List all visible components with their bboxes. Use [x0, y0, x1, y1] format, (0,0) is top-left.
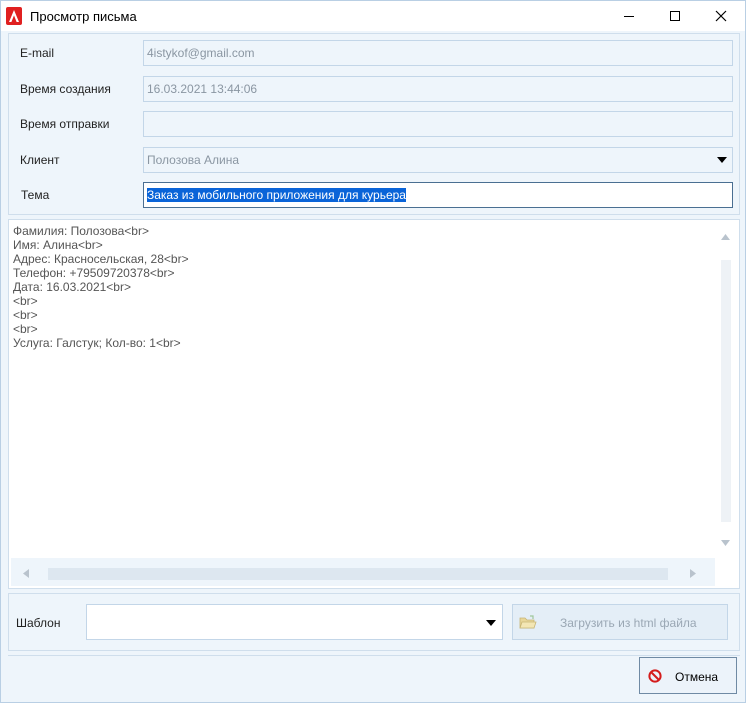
message-body-text[interactable]: Фамилия: Полозова<br> Имя: Алина<br> Адр…	[13, 224, 703, 554]
scroll-right-icon[interactable]	[690, 569, 696, 578]
email-field[interactable]: 4istykof@gmail.com	[143, 40, 733, 66]
created-time-field[interactable]: 16.03.2021 13:44:06	[143, 76, 733, 102]
vertical-scrollbar[interactable]	[715, 222, 737, 558]
scroll-down-icon[interactable]	[721, 540, 730, 546]
load-html-button[interactable]: Загрузить из html файла	[512, 604, 728, 640]
vertical-scroll-track[interactable]	[721, 260, 731, 522]
load-html-button-label: Загрузить из html файла	[560, 616, 697, 630]
horizontal-scrollbar[interactable]	[11, 558, 715, 586]
client-label: Клиент	[20, 153, 60, 167]
minimize-icon	[624, 16, 634, 17]
email-view-window: Просмотр письма E-mail 4istykof@gmail.co…	[0, 0, 746, 703]
minimize-button[interactable]	[606, 1, 652, 31]
bottom-separator	[8, 655, 740, 656]
subject-value: Заказ из мобильного приложения для курье…	[147, 188, 406, 202]
scroll-up-icon[interactable]	[721, 234, 730, 240]
template-select[interactable]	[86, 604, 503, 640]
app-logo-icon	[6, 7, 22, 25]
template-panel: Шаблон Загрузить из html файла	[8, 593, 740, 651]
sent-time-label: Время отправки	[20, 117, 110, 131]
close-icon	[715, 10, 727, 22]
client-select-value: Полозова Алина	[147, 153, 240, 167]
subject-label: Тема	[21, 188, 50, 202]
created-time-label: Время создания	[20, 82, 111, 96]
cancel-icon	[648, 669, 662, 683]
email-label: E-mail	[20, 46, 55, 60]
maximize-icon	[670, 11, 680, 21]
horizontal-scroll-track[interactable]	[48, 568, 668, 580]
sent-time-field[interactable]	[143, 111, 733, 137]
window-title: Просмотр письма	[30, 9, 137, 24]
close-button[interactable]	[698, 1, 744, 31]
template-label: Шаблон	[16, 616, 61, 630]
cancel-button-label: Отмена	[675, 670, 719, 684]
maximize-button[interactable]	[652, 1, 698, 31]
cancel-button[interactable]: Отмена	[639, 657, 737, 694]
scroll-left-icon[interactable]	[23, 569, 29, 578]
folder-open-icon	[519, 615, 537, 629]
message-body-editor[interactable]: Фамилия: Полозова<br> Имя: Алина<br> Адр…	[8, 219, 740, 589]
title-bar: Просмотр письма	[1, 1, 745, 31]
client-select[interactable]: Полозова Алина	[143, 147, 733, 173]
chevron-down-icon[interactable]	[717, 157, 727, 163]
subject-field[interactable]: Заказ из мобильного приложения для курье…	[143, 182, 733, 208]
chevron-down-icon[interactable]	[486, 620, 496, 626]
message-fields-panel: E-mail 4istykof@gmail.com Время создания…	[8, 33, 740, 215]
